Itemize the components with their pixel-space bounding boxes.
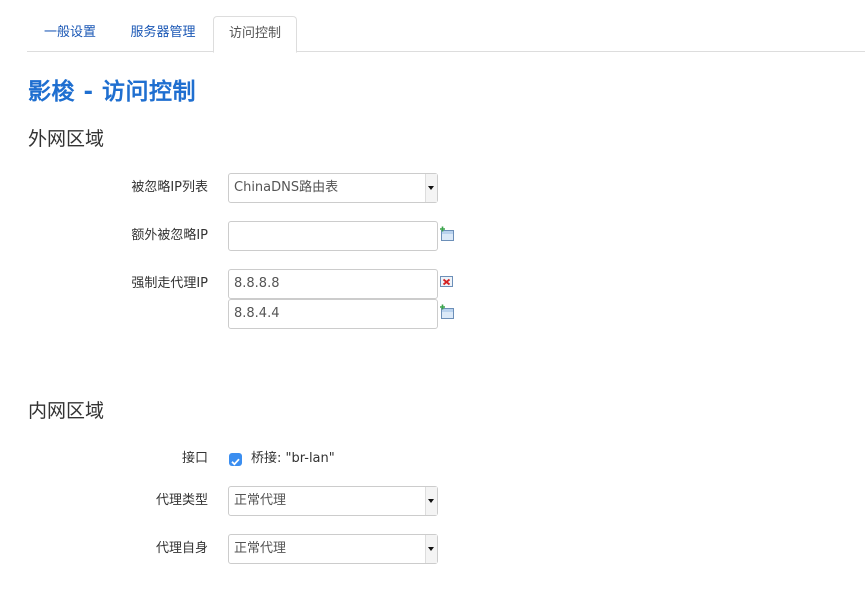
force-proxy-input-1[interactable]: 8.8.8.8 (228, 269, 438, 299)
ignore-list-value: ChinaDNS路由表 (234, 180, 339, 195)
page-title: 影梭 - 访问控制 (28, 79, 197, 105)
dropdown-box (425, 535, 437, 563)
tab-general-settings[interactable]: 一般设置 (27, 16, 113, 52)
proxy-type-label: 代理类型 (155, 493, 208, 508)
extra-ignore-label: 额外被忽略IP (131, 228, 208, 243)
bridge-checkbox-label[interactable]: 桥接: "br-lan" (251, 444, 335, 474)
extra-ignore-input[interactable] (228, 221, 438, 251)
remove-icon[interactable] (439, 274, 455, 290)
force-proxy-label: 强制走代理IP (131, 276, 208, 291)
tab-access-control[interactable]: 访问控制 (213, 16, 297, 53)
lan-section-title: 内网区域 (28, 400, 105, 422)
chevron-down-icon (428, 186, 434, 190)
self-proxy-label: 代理自身 (155, 541, 208, 556)
chevron-down-icon (428, 547, 434, 551)
dropdown-box (425, 174, 437, 202)
chevron-down-icon (428, 499, 434, 503)
ignore-list-label: 被忽略IP列表 (131, 180, 208, 195)
add-icon[interactable] (439, 304, 455, 320)
bridge-checkbox[interactable] (229, 453, 242, 466)
proxy-type-value: 正常代理 (234, 493, 287, 508)
dropdown-box (425, 487, 437, 515)
add-icon[interactable] (439, 226, 455, 242)
tab-bar: 一般设置 服务器管理 访问控制 (27, 16, 865, 53)
interface-label: 接口 (181, 451, 208, 466)
force-proxy-input-2[interactable]: 8.8.4.4 (228, 299, 438, 329)
proxy-type-select[interactable]: 正常代理 (228, 486, 438, 516)
ignore-list-select[interactable]: ChinaDNS路由表 (228, 173, 438, 203)
check-icon (231, 458, 240, 466)
wan-section-title: 外网区域 (28, 128, 105, 150)
self-proxy-select[interactable]: 正常代理 (228, 534, 438, 564)
self-proxy-value: 正常代理 (234, 541, 287, 556)
tab-server-management[interactable]: 服务器管理 (113, 16, 213, 52)
